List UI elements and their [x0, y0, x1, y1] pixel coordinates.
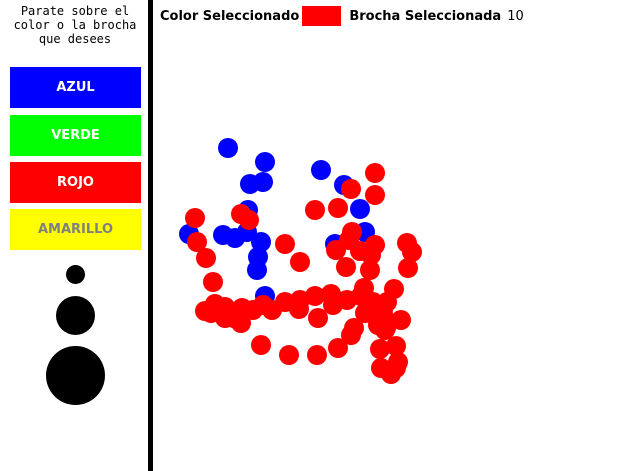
brush-dot — [365, 185, 385, 205]
brush-dot — [328, 338, 348, 358]
drawing-canvas[interactable] — [153, 0, 636, 471]
brush-dot — [336, 257, 356, 277]
brush-dot — [240, 174, 260, 194]
brush-dot — [218, 138, 238, 158]
brush-dot — [195, 301, 215, 321]
brush-dot — [213, 225, 233, 245]
brush-dot — [350, 199, 370, 219]
brush-dot — [323, 295, 343, 315]
brush-dot — [290, 252, 310, 272]
brush-dot — [365, 235, 385, 255]
brush-dot — [386, 358, 406, 378]
color-button-label: ROJO — [57, 175, 94, 190]
color-button-rojo[interactable]: ROJO — [10, 162, 141, 203]
brush-small-icon[interactable] — [66, 265, 85, 284]
brush-dot — [341, 179, 361, 199]
brush-dot — [398, 258, 418, 278]
brush-dot — [185, 208, 205, 228]
brush-dot — [342, 222, 362, 242]
color-button-label: AZUL — [56, 80, 95, 95]
brush-dot — [247, 260, 267, 280]
brush-dot — [360, 260, 380, 280]
brush-dot — [203, 272, 223, 292]
color-button-amarillo[interactable]: AMARILLO — [10, 209, 141, 250]
brush-dot — [196, 248, 216, 268]
brush-dot — [239, 210, 259, 230]
instructions-text: Parate sobre el color o la brocha que de… — [13, 4, 137, 46]
brush-dot — [328, 198, 348, 218]
brush-dot — [289, 299, 309, 319]
brush-dot — [279, 345, 299, 365]
brush-dot — [251, 335, 271, 355]
brush-large-icon[interactable] — [46, 346, 105, 405]
brush-medium-icon[interactable] — [56, 296, 95, 335]
brush-dot — [305, 200, 325, 220]
brush-dot — [376, 318, 396, 338]
brush-dot — [373, 299, 393, 319]
brush-dot — [215, 308, 235, 328]
color-button-verde[interactable]: VERDE — [10, 115, 141, 156]
brush-dot — [344, 318, 364, 338]
color-button-label: VERDE — [51, 128, 100, 143]
brush-dot — [365, 163, 385, 183]
tool-sidebar: Parate sobre el color o la brocha que de… — [0, 0, 148, 471]
color-button-label: AMARILLO — [37, 222, 114, 237]
brush-dot — [275, 234, 295, 254]
red-brush-strokes — [185, 163, 422, 384]
color-button-azul[interactable]: AZUL — [10, 67, 141, 108]
brush-dot — [255, 152, 275, 172]
brush-dot — [307, 345, 327, 365]
brush-dot — [311, 160, 331, 180]
brush-dot — [232, 298, 252, 318]
